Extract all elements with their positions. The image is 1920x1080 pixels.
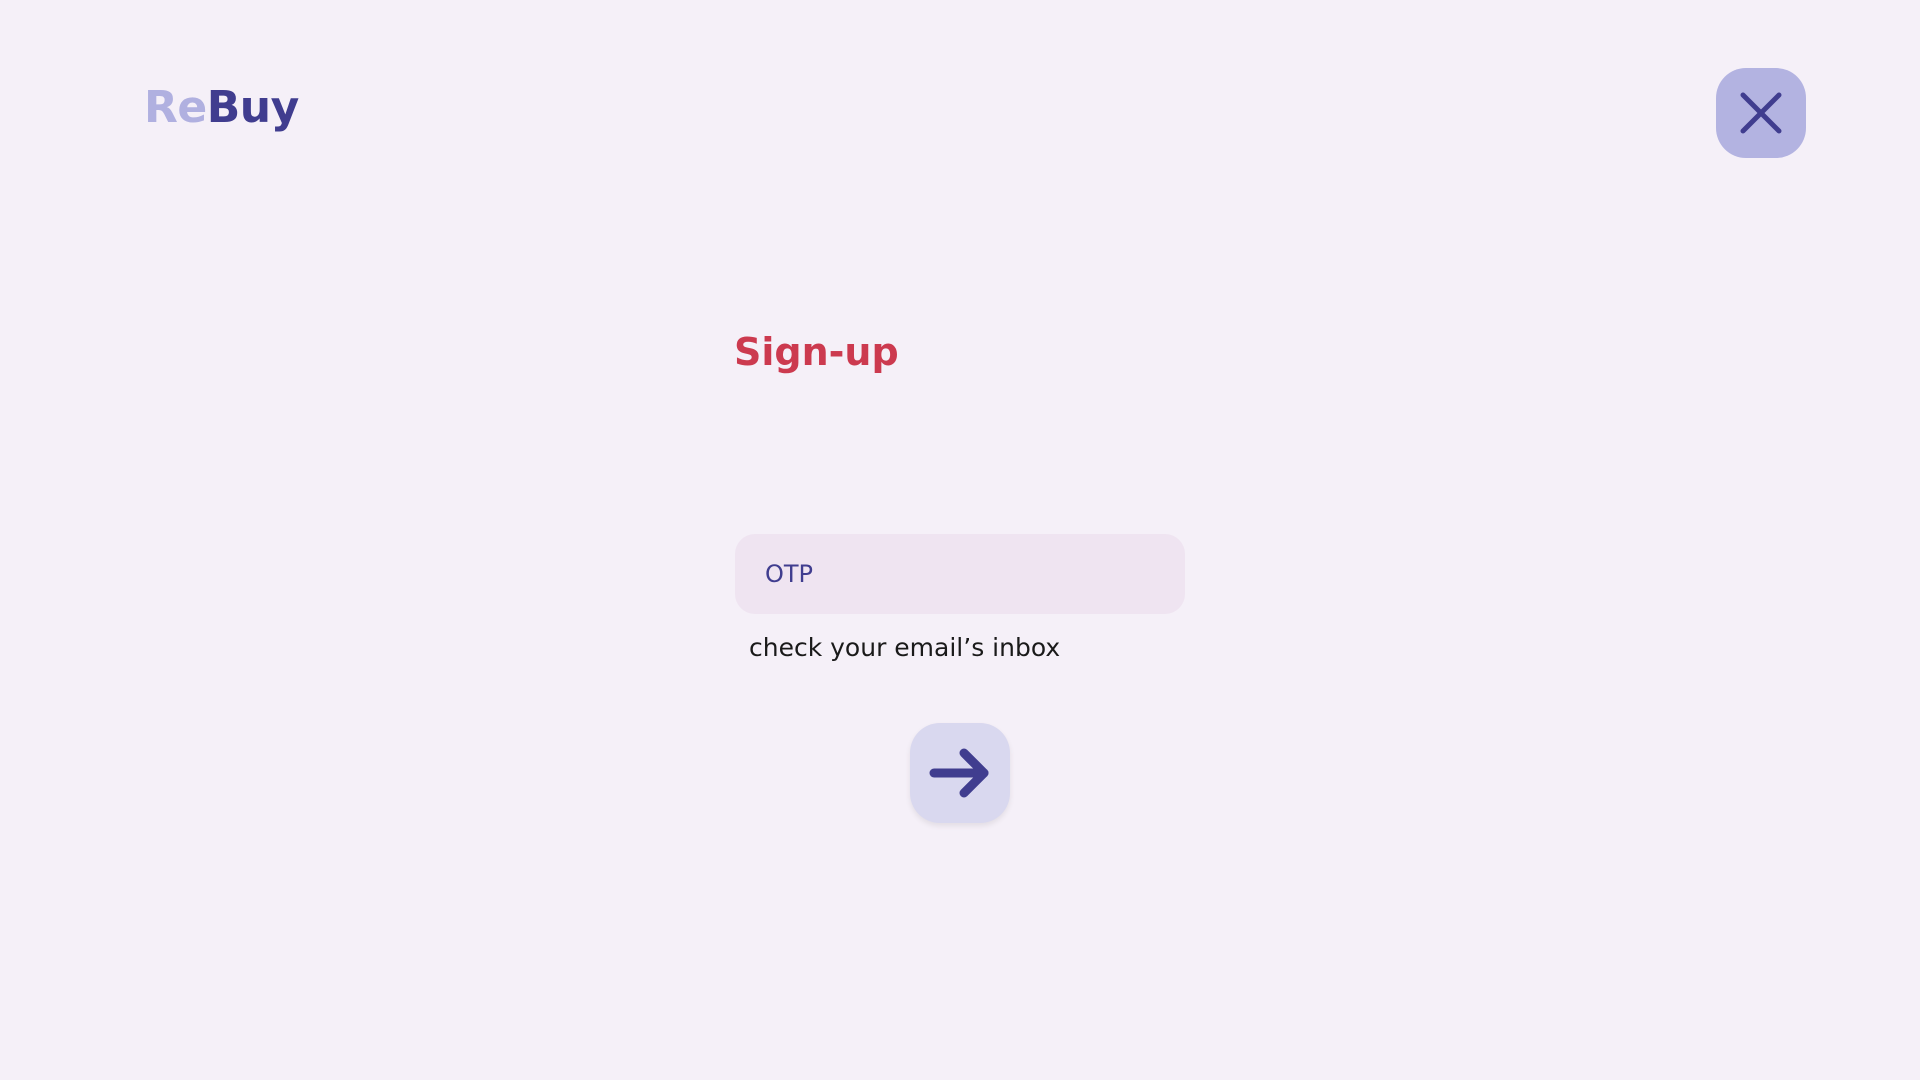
arrow-right-icon	[929, 748, 989, 798]
submit-button[interactable]	[910, 723, 1010, 823]
brand-logo-suffix: Buy	[206, 82, 300, 133]
brand-logo-prefix: Re	[144, 82, 207, 133]
page-title: Sign-up	[734, 330, 899, 374]
otp-hint: check your email’s inbox	[749, 633, 1061, 662]
close-button[interactable]	[1716, 68, 1806, 158]
otp-field[interactable]	[735, 534, 1185, 614]
brand-logo: ReBuy	[144, 82, 299, 134]
close-icon	[1740, 92, 1782, 134]
otp-input[interactable]	[763, 559, 1185, 589]
